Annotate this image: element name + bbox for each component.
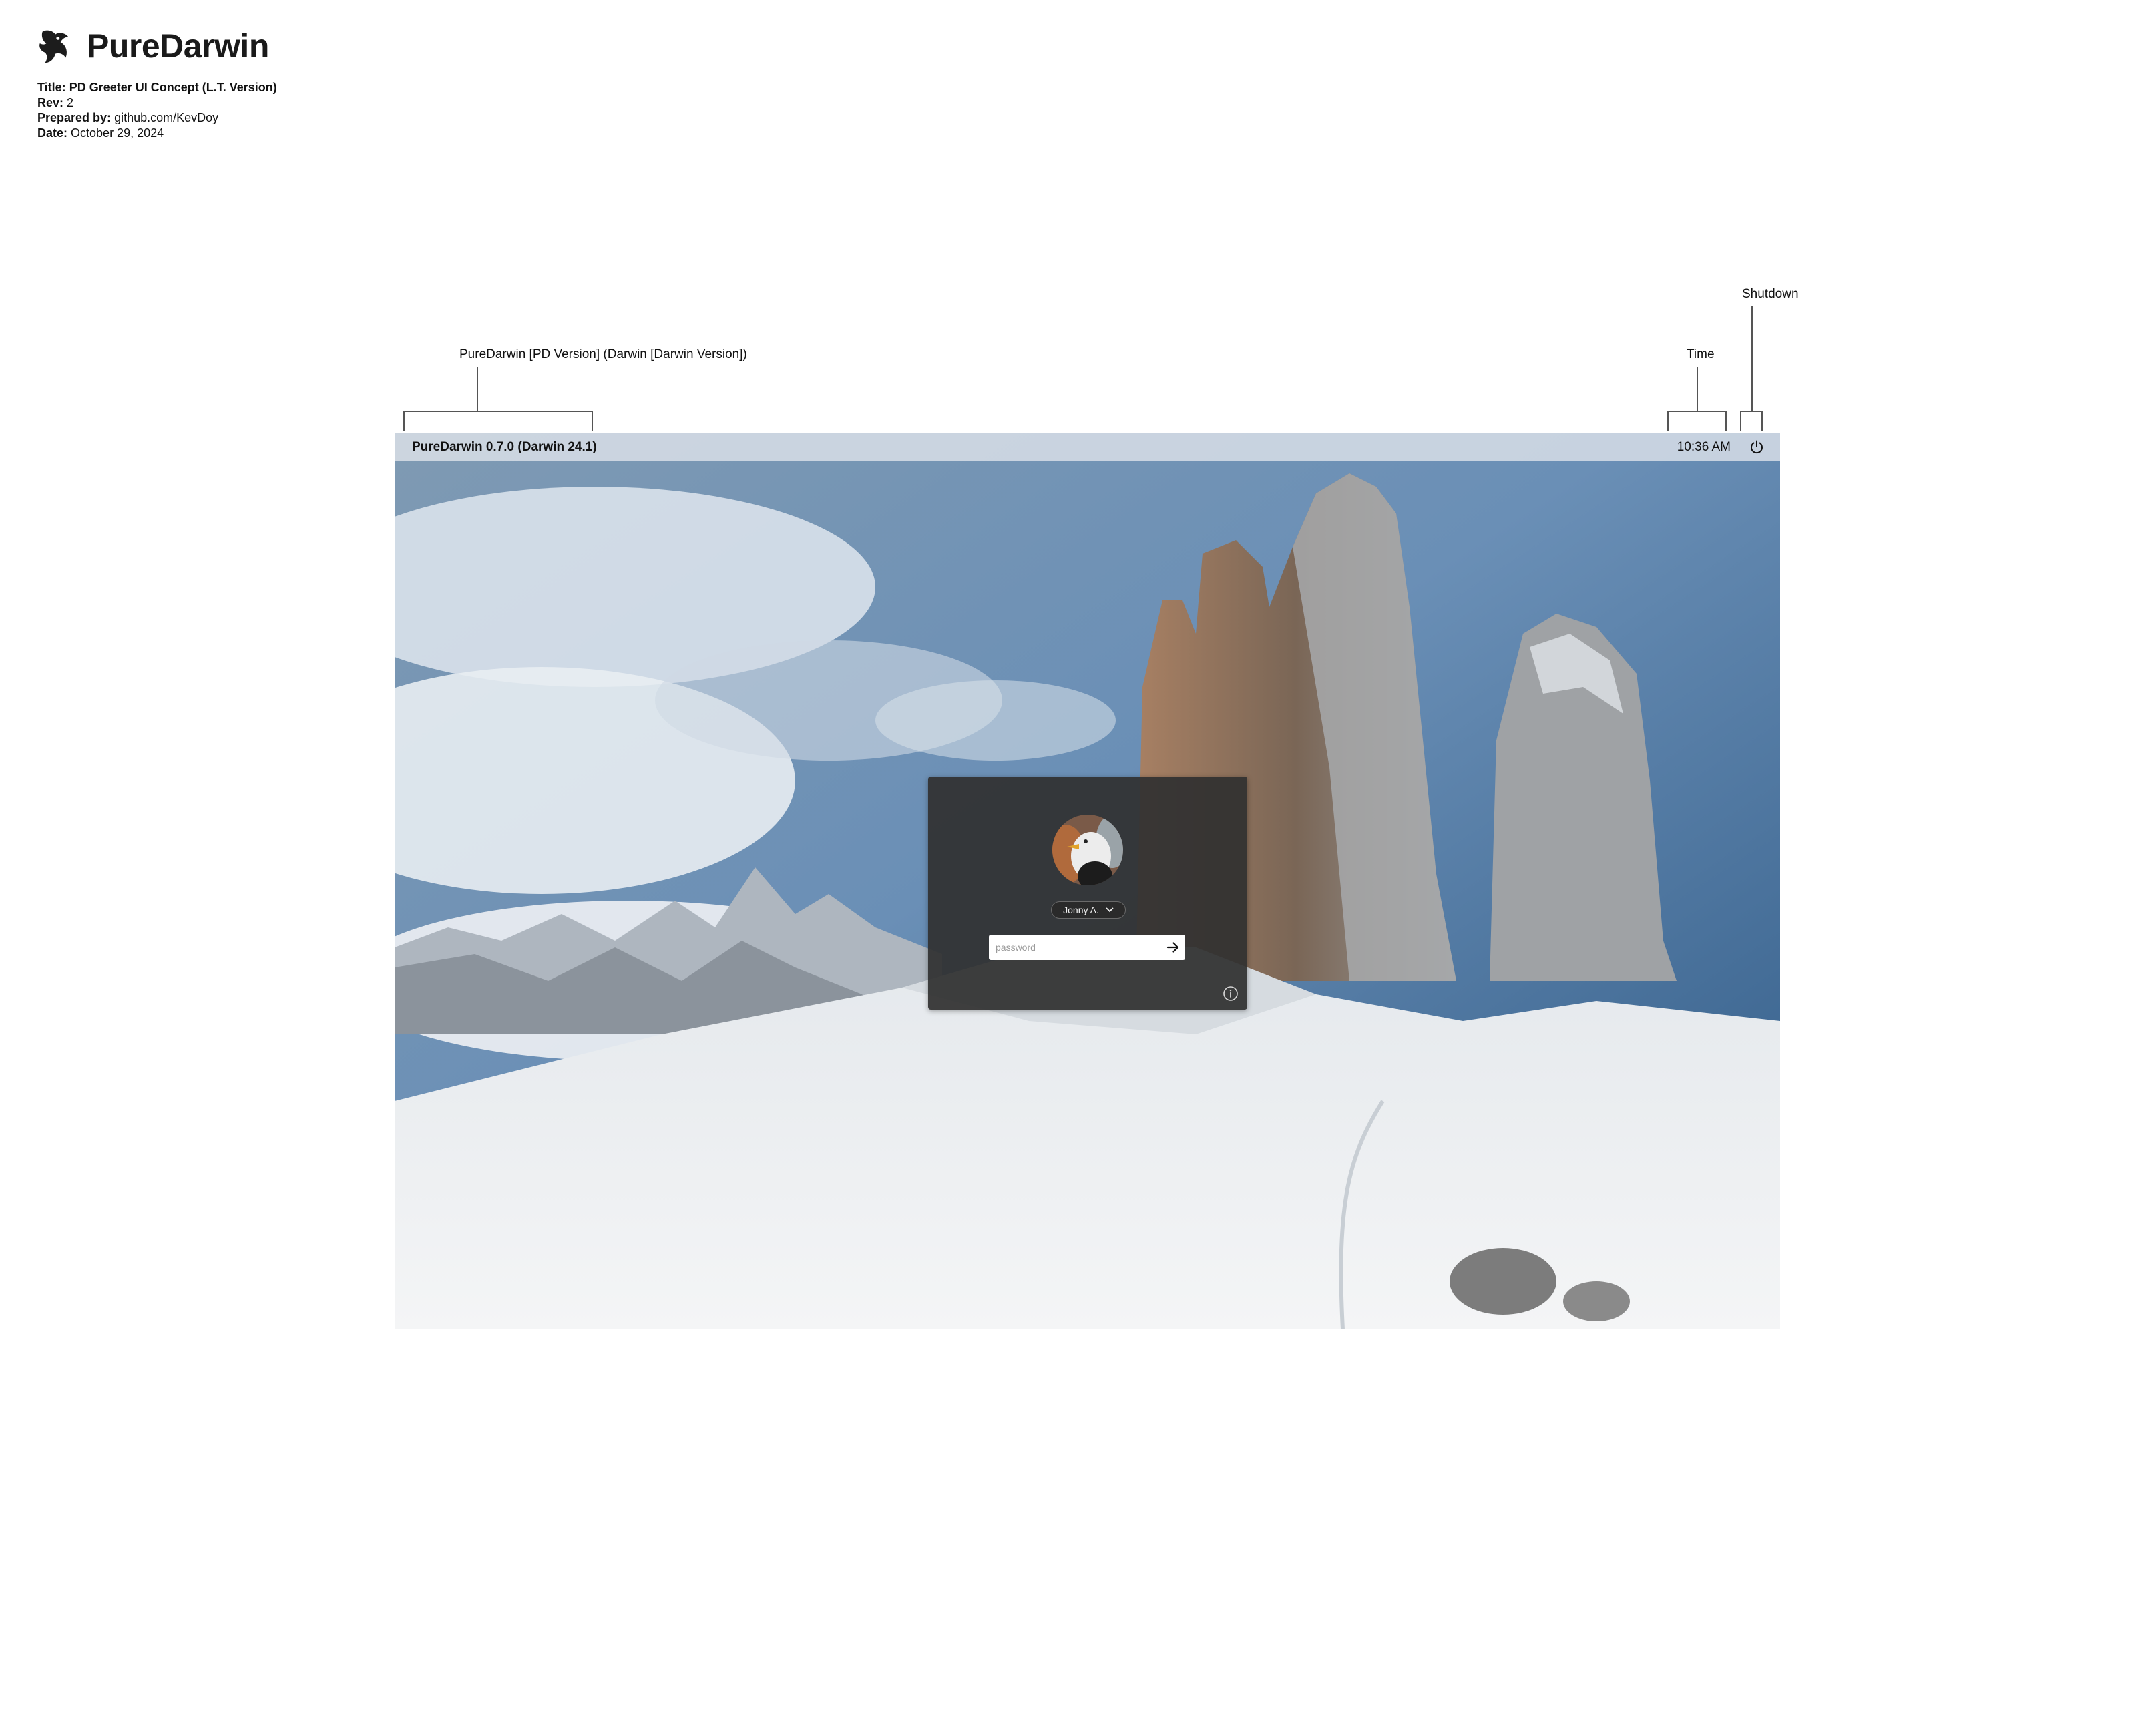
annotation-version: PureDarwin [PD Version] (Darwin [Darwin …	[459, 347, 747, 361]
annotation-time: Time	[1687, 347, 1715, 361]
arrow-right-icon	[1166, 942, 1179, 953]
login-panel: Jonny A.	[928, 777, 1247, 1010]
login-submit-button[interactable]	[1161, 935, 1185, 959]
version-label: PureDarwin 0.7.0 (Darwin 24.1)	[412, 440, 597, 454]
user-selector-dropdown[interactable]: Jonny A.	[1051, 901, 1126, 919]
puredarwin-logo-icon	[39, 30, 69, 63]
doc-prepared-row: Prepared by: github.com/KevDoy	[37, 110, 277, 126]
user-avatar[interactable]	[1052, 815, 1123, 885]
annotation-version-leader	[477, 367, 478, 411]
annotation-time-leader	[1697, 367, 1698, 411]
menubar: PureDarwin 0.7.0 (Darwin 24.1) 10:36 AM	[395, 433, 1780, 461]
document-info: Title: PD Greeter UI Concept (L.T. Versi…	[37, 80, 277, 140]
user-name: Jonny A.	[1063, 905, 1099, 915]
annotation-shutdown-bracket	[1740, 411, 1763, 412]
annotation-shutdown-leader	[1751, 306, 1753, 411]
doc-date-row: Date: October 29, 2024	[37, 126, 277, 141]
annotation-shutdown: Shutdown	[1742, 287, 1799, 301]
doc-prepared-value: github.com/KevDoy	[114, 111, 219, 124]
doc-rev-label: Rev:	[37, 95, 64, 110]
power-icon	[1751, 440, 1763, 454]
doc-rev-value: 2	[67, 95, 74, 110]
annotation-version-bracket-right	[592, 411, 593, 431]
doc-title-label: Title:	[37, 81, 66, 94]
annotation-shutdown-bracket-right	[1761, 411, 1763, 431]
shutdown-button[interactable]	[1748, 439, 1765, 456]
menubar-right: 10:36 AM	[1677, 439, 1765, 456]
annotation-time-bracket	[1667, 411, 1727, 412]
password-input[interactable]	[989, 935, 1161, 960]
annotation-version-bracket	[403, 411, 592, 412]
brand: PureDarwin	[33, 25, 269, 67]
doc-date-value: October 29, 2024	[71, 126, 164, 140]
doc-title-value: PD Greeter UI Concept (L.T. Version)	[69, 81, 277, 94]
clock: 10:36 AM	[1677, 440, 1731, 454]
password-field	[989, 935, 1185, 960]
doc-date-label: Date:	[37, 126, 68, 140]
seagull-avatar-image	[1052, 815, 1123, 885]
annotation-time-bracket-left	[1667, 411, 1669, 431]
info-icon	[1223, 986, 1238, 1001]
greeter-screen: PureDarwin 0.7.0 (Darwin 24.1) 10:36 AM	[395, 433, 1780, 1329]
doc-rev-row: Rev: 2	[37, 95, 277, 111]
annotation-time-bracket-right	[1725, 411, 1727, 431]
info-button[interactable]	[1223, 986, 1239, 1002]
doc-prepared-label: Prepared by:	[37, 111, 112, 124]
brand-name: PureDarwin	[87, 27, 269, 65]
annotation-shutdown-bracket-left	[1740, 411, 1741, 431]
annotation-version-bracket-left	[403, 411, 405, 431]
doc-title-row: Title: PD Greeter UI Concept (L.T. Versi…	[37, 80, 277, 95]
chevron-down-icon	[1106, 907, 1114, 913]
